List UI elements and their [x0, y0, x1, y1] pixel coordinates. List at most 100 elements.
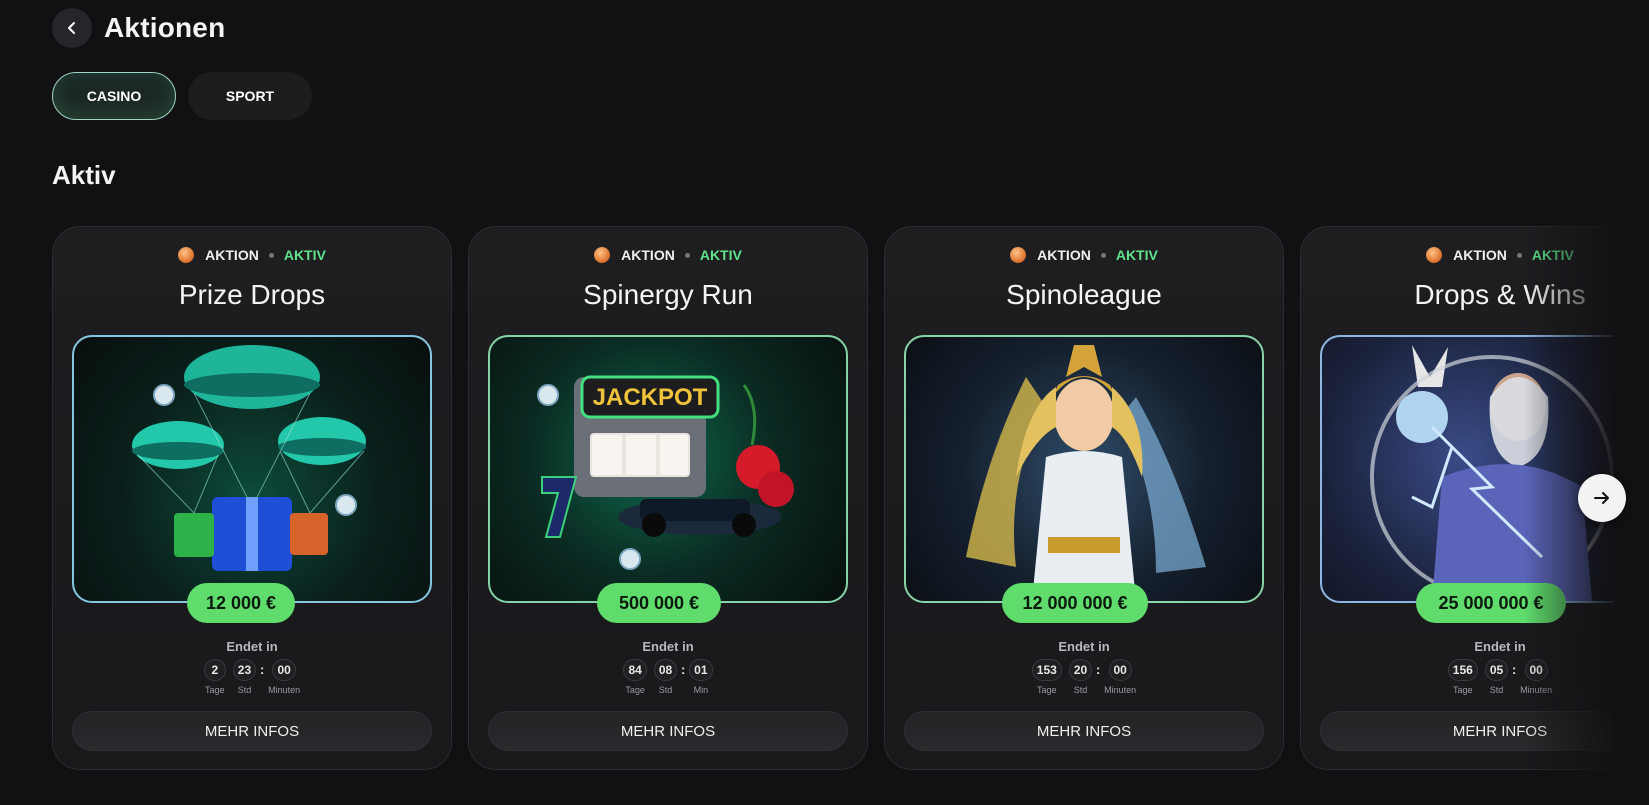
countdown-unit: Std	[658, 685, 673, 695]
arrow-right-icon	[1594, 492, 1609, 504]
countdown-hours: 08 Std	[653, 659, 678, 695]
promo-card: AKTION AKTIV Drops & Wins 25 000 000 € E…	[1300, 226, 1614, 770]
countdown-unit: Std	[1073, 685, 1088, 695]
drops-wins-zeus-illustration	[1370, 345, 1614, 601]
countdown-colon: :	[1096, 662, 1101, 677]
card-type-label: AKTION	[621, 247, 675, 263]
promo-card: AKTION AKTIV Spinoleague 12 000 000 € En…	[884, 226, 1284, 770]
section-title: Aktiv	[52, 160, 116, 190]
countdown-timer: 84 Tage 08 Std : 01 Min	[469, 659, 867, 695]
countdown-unit: Minuten	[1520, 685, 1553, 695]
promo-card: AKTION AKTIV Spinergy Run JACKPOT 500 00…	[468, 226, 868, 770]
more-info-button[interactable]: MEHR INFOS	[72, 711, 432, 751]
countdown-colon: :	[1512, 662, 1517, 677]
promo-image[interactable]: JACKPOT	[488, 335, 848, 603]
countdown-timer: 153 Tage 20 Std : 00 Minuten	[885, 659, 1283, 695]
spinoleague-goddess-illustration	[966, 345, 1206, 601]
separator-dot	[268, 252, 274, 258]
countdown-days: 153 Tage	[1031, 659, 1062, 695]
prize-amount: 25 000 000 €	[1416, 583, 1566, 623]
countdown-unit: Min	[693, 685, 709, 695]
prize-drops-illustration	[132, 345, 366, 571]
separator-dot	[1516, 252, 1522, 258]
more-info-button[interactable]: MEHR INFOS	[904, 711, 1264, 751]
separator-dot	[1100, 252, 1106, 258]
countdown-timer: 156 Tage 05 Std : 00 Minuten	[1301, 659, 1614, 695]
countdown-value: 23	[232, 659, 257, 681]
countdown-minutes: 00 Minuten	[1520, 659, 1552, 695]
countdown-timer: 2 Tage 23 Std : 00 Minuten	[53, 659, 451, 695]
category-tabs: CASINO SPORT	[52, 72, 312, 120]
card-type-label: AKTION	[205, 247, 259, 263]
countdown-value: 08	[653, 659, 678, 681]
countdown-unit: Tage	[625, 685, 645, 695]
status-badge: AKTIV	[1115, 247, 1158, 263]
countdown-days: 2 Tage	[203, 659, 226, 695]
countdown-value: 153	[1031, 659, 1062, 681]
card-type-label: AKTION	[1453, 247, 1507, 263]
more-info-button[interactable]: MEHR INFOS	[488, 711, 848, 751]
countdown-value: 2	[203, 659, 226, 681]
coin-icon	[178, 247, 195, 263]
ends-in-label: Endet in	[1474, 639, 1526, 654]
coin-icon	[1010, 247, 1027, 263]
card-title: Spinoleague	[1006, 279, 1162, 310]
promo-image[interactable]	[72, 335, 432, 603]
ends-in-label: Endet in	[1058, 639, 1110, 654]
promo-image[interactable]	[904, 335, 1264, 603]
tab-casino[interactable]: CASINO	[52, 72, 176, 120]
card-type-label: AKTION	[1037, 247, 1091, 263]
prize-amount: 12 000 €	[187, 583, 295, 623]
countdown-unit: Minuten	[268, 685, 301, 695]
countdown-colon: :	[259, 662, 265, 677]
countdown-unit: Tage	[1453, 685, 1473, 695]
tab-sport[interactable]: SPORT	[188, 72, 312, 120]
status-badge: AKTIV	[699, 247, 742, 263]
ends-in-label: Endet in	[226, 639, 278, 654]
countdown-unit: Tage	[205, 685, 225, 695]
ends-in-label: Endet in	[642, 639, 694, 654]
countdown-value: 05	[1484, 659, 1509, 681]
countdown-minutes: 00 Minuten	[268, 659, 300, 695]
countdown-hours: 05 Std	[1484, 659, 1509, 695]
prize-amount: 500 000 €	[597, 583, 721, 623]
more-info-button[interactable]: MEHR INFOS	[1320, 711, 1614, 751]
countdown-hours: 23 Std	[232, 659, 257, 695]
countdown-minutes: 01 Min	[689, 659, 713, 695]
separator-dot	[684, 252, 690, 258]
countdown-unit: Std	[1489, 685, 1504, 695]
countdown-value: 00	[1108, 659, 1132, 681]
countdown-days: 84 Tage	[623, 659, 647, 695]
card-meta: AKTION AKTIV	[885, 247, 1283, 263]
status-badge: AKTIV	[283, 247, 326, 263]
chevron-left-icon	[68, 22, 75, 34]
promo-card: AKTION AKTIV Prize Drops 12 000 € Endet …	[52, 226, 452, 770]
countdown-colon: :	[681, 662, 686, 677]
card-title: Spinergy Run	[583, 279, 753, 310]
countdown-hours: 20 Std	[1068, 659, 1093, 695]
carousel-next-button[interactable]	[1578, 474, 1626, 522]
countdown-minutes: 00 Minuten	[1104, 659, 1136, 695]
spinergy-run-illustration: JACKPOT	[537, 375, 794, 570]
countdown-unit: Minuten	[1104, 685, 1137, 695]
card-meta: AKTION AKTIV	[469, 247, 867, 263]
page-title: Aktionen	[104, 12, 226, 43]
card-title: Drops & Wins	[1414, 279, 1586, 310]
countdown-unit: Std	[237, 685, 252, 695]
coin-icon	[1426, 247, 1443, 263]
countdown-value: 00	[1524, 659, 1548, 681]
countdown-unit: Tage	[1037, 685, 1057, 695]
svg-text:JACKPOT: JACKPOT	[593, 384, 708, 411]
countdown-value: 20	[1068, 659, 1093, 681]
countdown-value: 00	[272, 659, 296, 681]
promo-image[interactable]	[1320, 335, 1614, 603]
promotions-carousel: AKTION AKTIV Prize Drops 12 000 € Endet …	[52, 226, 1614, 770]
card-meta: AKTION AKTIV	[1301, 247, 1614, 263]
back-button[interactable]	[52, 8, 92, 48]
countdown-value: 01	[689, 659, 713, 681]
prize-amount: 12 000 000 €	[1002, 583, 1148, 623]
card-meta: AKTION AKTIV	[53, 247, 451, 263]
page-header: Aktionen	[52, 8, 225, 48]
countdown-value: 84	[623, 659, 647, 681]
status-badge: AKTIV	[1531, 247, 1574, 263]
